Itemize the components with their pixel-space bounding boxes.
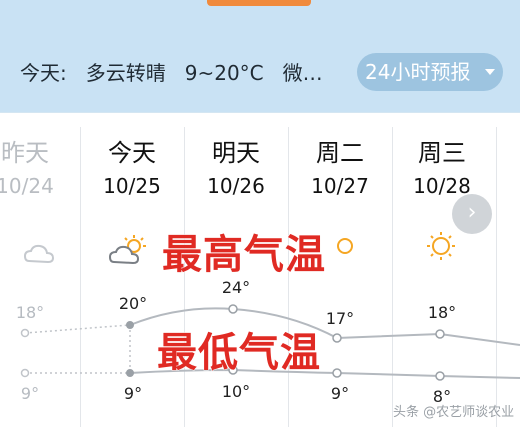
partly-cloudy-icon — [108, 235, 146, 265]
high-temp-label: 18° — [428, 303, 456, 322]
high-point-tomorrow — [228, 304, 238, 314]
highest-temperature-label: 最高气温 — [162, 232, 326, 279]
high-point-tuesday — [332, 333, 342, 343]
next-arrow-button[interactable]: › — [452, 194, 492, 234]
sun-icon — [427, 232, 455, 260]
high-point-wednesday — [435, 329, 445, 339]
low-temp-label: 9° — [124, 384, 142, 403]
chevron-right-icon: › — [467, 200, 477, 225]
high-temp-line-past — [24, 324, 131, 334]
high-point-today — [126, 321, 134, 329]
low-temp-label: 9° — [331, 384, 349, 403]
cloud-icon — [23, 244, 55, 264]
low-point-today — [126, 369, 134, 377]
low-temp-label: 9° — [21, 384, 39, 403]
watermark: 头条 @农艺师谈农业 — [393, 405, 515, 420]
low-point-tuesday — [332, 368, 342, 378]
high-temp-label: 17° — [326, 309, 354, 328]
weather-widget: 今天: 多云转晴 9~20°C 微… 24小时预报 昨天 10/24 今天 10/25… — [0, 0, 520, 430]
low-point-yesterday — [20, 368, 30, 378]
lowest-temperature-label: 最低气温 — [157, 330, 321, 377]
low-point-wednesday — [435, 371, 445, 381]
high-temp-label: 24° — [222, 278, 250, 297]
sun-icon — [337, 238, 353, 254]
high-point-yesterday — [20, 328, 30, 338]
high-temp-label: 18° — [16, 303, 44, 322]
high-temp-label: 20° — [119, 294, 147, 313]
low-temp-label: 10° — [222, 382, 250, 401]
